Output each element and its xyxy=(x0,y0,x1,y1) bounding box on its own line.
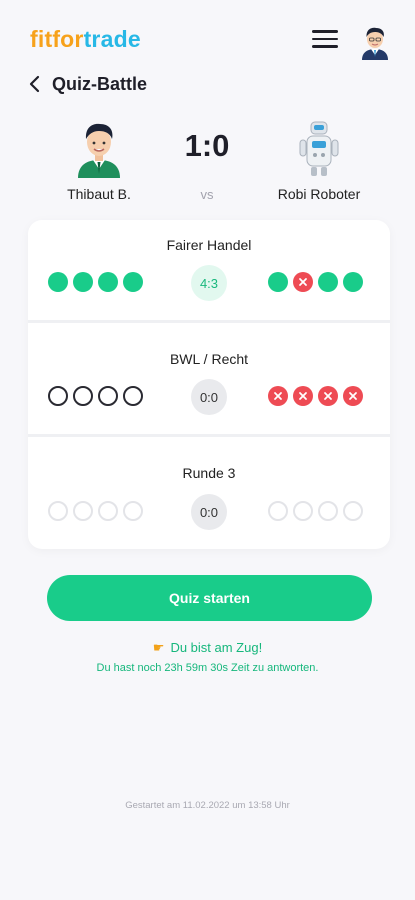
answer-correct-dot xyxy=(98,272,118,292)
user-avatar-icon[interactable] xyxy=(358,24,392,60)
rounds-card: Fairer Handel 4:3 BWL / Recht 0:0 Runde … xyxy=(28,220,390,549)
round-1[interactable]: Fairer Handel 4:3 xyxy=(28,220,390,334)
player-two-answers xyxy=(268,501,368,521)
answer-correct-dot xyxy=(73,272,93,292)
robot-avatar-icon xyxy=(299,121,339,176)
player-one-answers xyxy=(48,501,148,521)
started-timestamp: Gestartet am 11.02.2022 um 13:58 Uhr xyxy=(125,800,290,811)
player-one: Thibaut B. xyxy=(39,118,159,202)
logo-text-fit: fit xyxy=(30,26,53,52)
hamburger-menu-icon[interactable] xyxy=(312,30,338,52)
player-two-answers xyxy=(268,386,368,406)
chevron-left-icon[interactable] xyxy=(26,75,44,93)
answer-wrong-icon xyxy=(268,386,288,406)
answer-wrong-icon xyxy=(318,386,338,406)
round-2[interactable]: BWL / Recht 0:0 xyxy=(28,320,390,434)
round-result-badge: 0:0 xyxy=(191,379,227,415)
player-one-name: Thibaut B. xyxy=(67,186,131,202)
answer-unanswered-dot xyxy=(48,386,68,406)
answer-wrong-icon xyxy=(293,272,313,292)
answer-unanswered-dot xyxy=(73,386,93,406)
round-title: Fairer Handel xyxy=(166,237,252,253)
vs-label: vs xyxy=(200,187,214,202)
player-two-name: Robi Roboter xyxy=(277,186,361,202)
round-result-badge: 0:0 xyxy=(191,494,227,530)
answer-timer: Du hast noch 23h 59m 30s Zeit zu antwort… xyxy=(96,662,319,674)
round-result-badge: 4:3 xyxy=(191,265,227,301)
answer-correct-dot xyxy=(343,272,363,292)
man-avatar-icon xyxy=(78,123,120,178)
answer-wrong-icon xyxy=(293,386,313,406)
answer-pending-dot xyxy=(48,501,68,521)
start-quiz-button[interactable]: Quiz starten xyxy=(47,575,372,621)
answer-pending-dot xyxy=(318,501,338,521)
round-3[interactable]: Runde 3 0:0 xyxy=(28,434,390,549)
turn-notice: ☛ Du bist am Zug! xyxy=(0,640,415,656)
answer-unanswered-dot xyxy=(123,386,143,406)
round-title: Runde 3 xyxy=(182,465,236,481)
app-logo[interactable]: fitfortrade xyxy=(30,26,141,53)
answer-unanswered-dot xyxy=(98,386,118,406)
logo-text-for: for xyxy=(52,26,84,52)
back-navigation[interactable]: Quiz-Battle xyxy=(26,70,147,98)
answer-pending-dot xyxy=(98,501,118,521)
page-title: Quiz-Battle xyxy=(52,73,148,94)
answer-pending-dot xyxy=(293,501,313,521)
answer-pending-dot xyxy=(343,501,363,521)
answer-correct-dot xyxy=(318,272,338,292)
player-two: Robi Roboter xyxy=(259,118,379,202)
player-one-answers xyxy=(48,272,148,292)
answer-correct-dot xyxy=(48,272,68,292)
answer-pending-dot xyxy=(73,501,93,521)
answer-pending-dot xyxy=(123,501,143,521)
round-title: BWL / Recht xyxy=(169,351,249,367)
answer-pending-dot xyxy=(268,501,288,521)
player-one-answers xyxy=(48,386,148,406)
app-header: fitfortrade xyxy=(0,0,415,80)
player-two-answers xyxy=(268,272,368,292)
answer-correct-dot xyxy=(123,272,143,292)
answer-correct-dot xyxy=(268,272,288,292)
answer-wrong-icon xyxy=(343,386,363,406)
logo-text-trade: trade xyxy=(83,26,141,52)
match-score: 1:0 xyxy=(184,128,230,163)
pointing-hand-icon: ☛ xyxy=(152,640,165,655)
turn-text: Du bist am Zug! xyxy=(170,640,263,655)
